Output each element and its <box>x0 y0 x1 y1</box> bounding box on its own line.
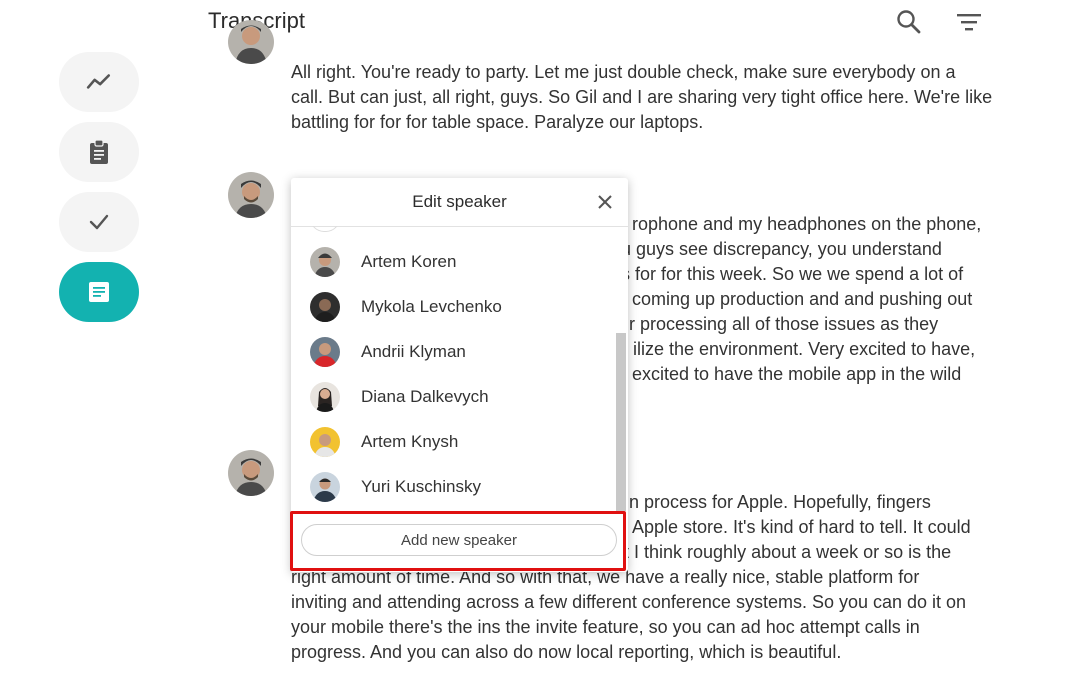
nav-transcript-button[interactable] <box>59 262 139 322</box>
speaker-avatar-partial <box>310 226 340 232</box>
activity-icon <box>86 74 111 89</box>
avatar <box>310 426 340 457</box>
check-icon <box>89 214 109 230</box>
nav-clipboard-button[interactable] <box>59 122 139 182</box>
transcript-line: All right. You're ready to party. Let me… <box>291 62 956 82</box>
transcript-line: call. But can just, all right, guys. So … <box>291 87 993 107</box>
speaker-name: Yuri Kuschinsky <box>361 476 481 496</box>
speaker-list[interactable]: Artem Koren Mykola Levchenko Andrii Klym… <box>291 226 616 511</box>
speaker-name: Mykola Levchenko <box>361 296 502 316</box>
transcript-paragraph: All right. You're ready to party. Let me… <box>291 60 993 135</box>
filter-icon[interactable] <box>955 8 983 36</box>
avatar <box>310 291 340 322</box>
transcript-line: u guys see discrepancy, you understand <box>621 239 942 259</box>
dialog-header: Edit speaker <box>291 178 628 227</box>
transcript-line: s for for this week. So we we spend a lo… <box>621 264 964 284</box>
speaker-option[interactable]: Yuri Kuschinsky <box>291 464 616 509</box>
speaker-option[interactable]: Andrii Klyman <box>291 329 616 374</box>
avatar <box>310 246 340 277</box>
transcript-line: t I think roughly about a week or so is … <box>624 542 952 562</box>
avatar <box>310 381 340 412</box>
transcript-line: r processing all of those issues as they <box>629 314 939 334</box>
nav-activity-button[interactable] <box>59 52 139 112</box>
transcript-line: Apple store. It's kind of hard to tell. … <box>632 517 971 537</box>
notes-icon <box>89 282 109 302</box>
avatar[interactable] <box>228 172 274 218</box>
avatar[interactable] <box>228 450 274 496</box>
transcript-line: coming up production and and pushing out <box>632 289 973 309</box>
speaker-option[interactable]: Mykola Levchenko <box>291 284 616 329</box>
close-icon[interactable] <box>596 193 614 211</box>
speaker-name: Diana Dalkevych <box>361 386 489 406</box>
nav-check-button[interactable] <box>59 192 139 252</box>
transcript-line: your mobile there's the ins the invite f… <box>291 617 920 637</box>
avatar <box>310 336 340 367</box>
speaker-name: Artem Koren <box>361 251 457 271</box>
speaker-option[interactable]: Artem Knysh <box>291 419 616 464</box>
speaker-name: Artem Knysh <box>361 431 459 451</box>
search-icon[interactable] <box>895 8 923 36</box>
avatar <box>310 471 340 502</box>
speaker-option[interactable]: Diana Dalkevych <box>291 374 616 419</box>
transcript-line: rophone and my headphones on the phone, <box>632 214 982 234</box>
add-new-speaker-button[interactable]: Add new speaker <box>301 524 617 556</box>
scrollbar[interactable] <box>616 333 626 511</box>
transcript-line: battling for for for table space. Paraly… <box>291 112 704 132</box>
clipboard-icon <box>90 139 108 164</box>
transcript-line: progress. And you can also do now local … <box>291 642 842 662</box>
avatar[interactable] <box>228 20 274 64</box>
speaker-option[interactable]: Artem Koren <box>291 239 616 284</box>
transcript-line: inviting and attending across a few diff… <box>291 592 967 612</box>
transcript-line: excited to have the mobile app in the wi… <box>632 364 962 384</box>
transcript-line: ilize the environment. Very excited to h… <box>633 339 976 359</box>
speaker-name: Andrii Klyman <box>361 341 466 361</box>
dialog-title: Edit speaker <box>412 192 507 211</box>
transcript-line: n process for Apple. Hopefully, fingers <box>629 492 931 512</box>
